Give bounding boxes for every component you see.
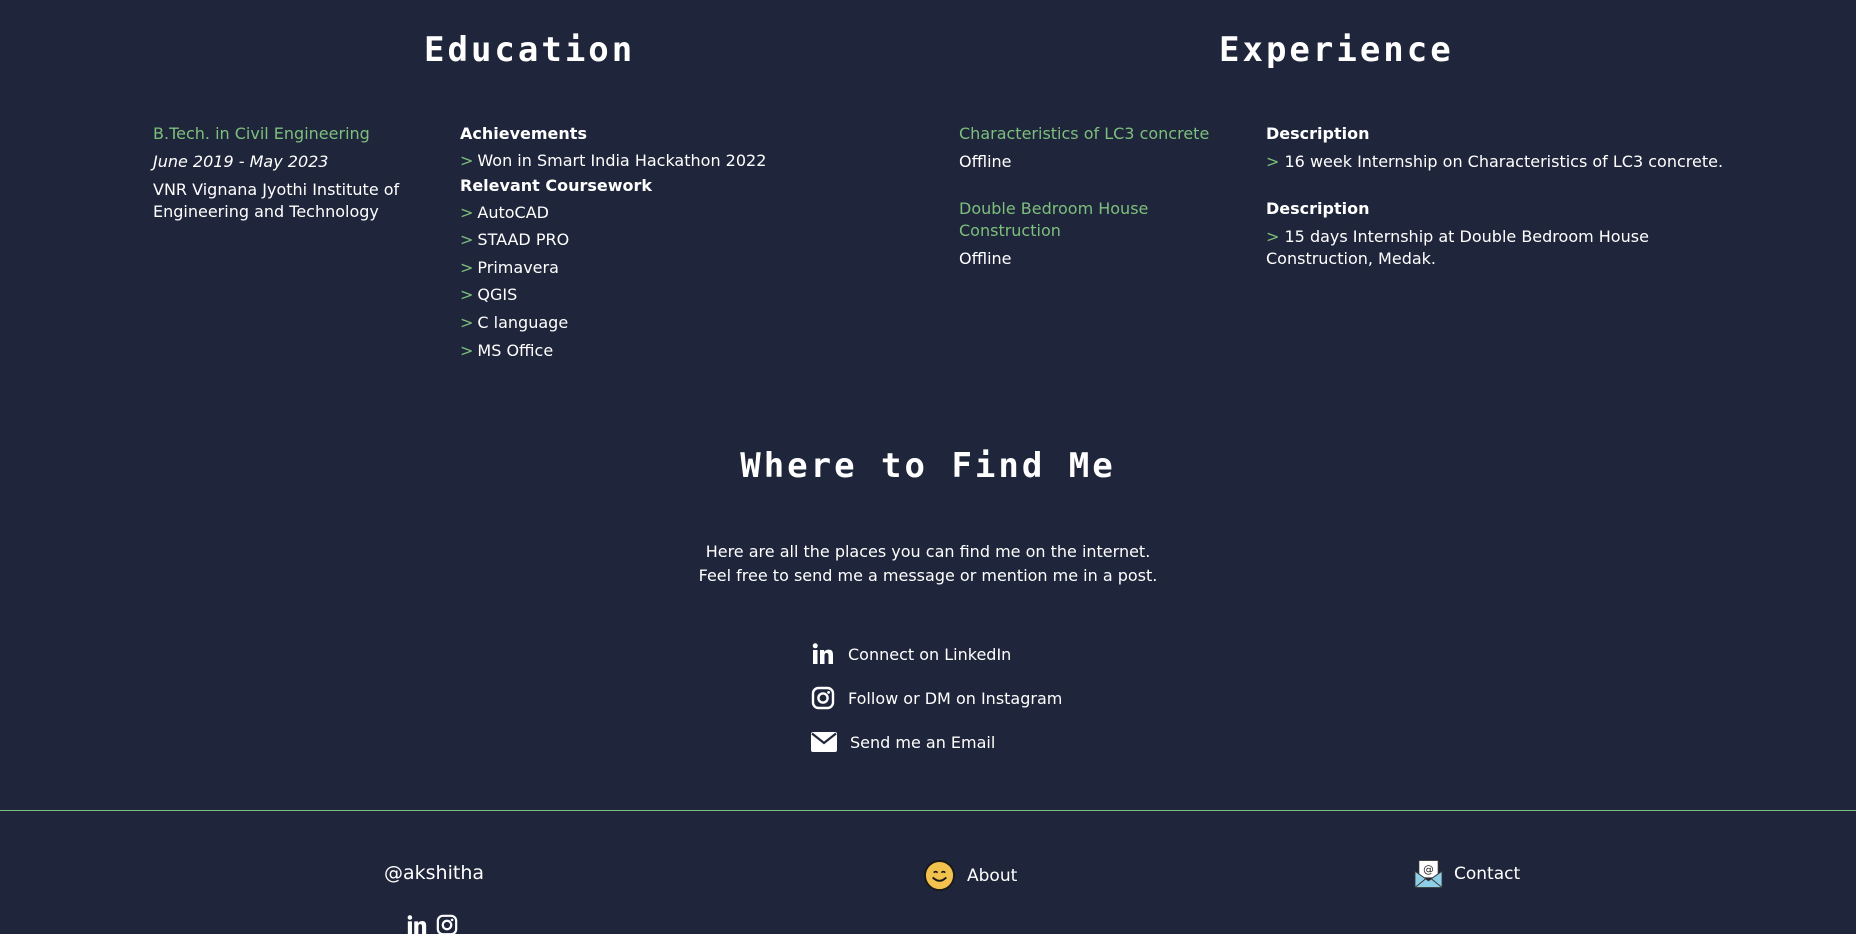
- page: Education B.Tech. in Civil Engineering J…: [0, 0, 1856, 934]
- institute-line-1: VNR Vignana Jyothi Institute of: [153, 180, 400, 199]
- instagram-icon[interactable]: [436, 914, 458, 934]
- smiley-icon: [924, 860, 955, 891]
- description-text: > 16 week Internship on Characteristics …: [1266, 152, 1724, 171]
- find-me-title: Where to Find Me: [740, 446, 1116, 486]
- description-heading: Description: [1266, 199, 1370, 218]
- achievements-heading: Achievements: [460, 124, 587, 143]
- coursework-item: > QGIS: [460, 285, 518, 305]
- description-text-line-1: > 15 days Internship at Double Bedroom H…: [1266, 227, 1649, 246]
- contact-label: Contact: [1454, 864, 1521, 884]
- coursework-heading: Relevant Coursework: [460, 175, 653, 195]
- footer-contact-link[interactable]: @ Contact: [1413, 858, 1520, 890]
- education-degree-column: B.Tech. in Civil Engineering June 2019 -…: [153, 123, 413, 223]
- find-me-line-1: Here are all the places you can find me …: [705, 542, 1151, 561]
- experience-item-title-line-1: Double Bedroom House: [959, 199, 1149, 218]
- achievement-item: > Won in Smart India Hackathon 2022: [460, 151, 767, 170]
- mail-icon: [810, 729, 838, 755]
- education-details-column: Achievements > Won in Smart India Hackath…: [460, 123, 790, 364]
- coursework-item: > AutoCAD: [460, 202, 549, 222]
- experience-item-mode: Offline: [959, 249, 1012, 268]
- experience-item-title-line-2: Construction: [959, 221, 1061, 240]
- footer-social-icons: [406, 914, 458, 934]
- find-me-line-2: Feel free to send me a message or mentio…: [698, 566, 1158, 585]
- instagram-icon: [810, 685, 836, 711]
- instagram-label: Follow or DM on Instagram: [848, 688, 1063, 708]
- experience-item-2-desc: Description > 15 days Internship at Doub…: [1266, 198, 1706, 270]
- experience-title: Experience: [1219, 30, 1454, 70]
- linkedin-icon[interactable]: [406, 914, 428, 934]
- experience-item-title: Characteristics of LC3 concrete: [959, 124, 1210, 143]
- coursework-item: > MS Office: [460, 340, 554, 360]
- footer-divider: [0, 810, 1856, 811]
- coursework-item: > C language: [460, 312, 569, 332]
- svg-text:@: @: [1423, 863, 1434, 876]
- education-title: Education: [424, 30, 636, 70]
- description-text-line-2: Construction, Medak.: [1266, 249, 1437, 268]
- footer-about-link[interactable]: About: [924, 860, 1017, 891]
- experience-item-mode: Offline: [959, 152, 1012, 171]
- description-heading: Description: [1266, 124, 1370, 143]
- linkedin-label: Connect on LinkedIn: [848, 644, 1012, 664]
- linkedin-link[interactable]: Connect on LinkedIn: [810, 639, 1011, 669]
- mail-letter-icon: @: [1413, 858, 1444, 890]
- about-label: About: [967, 865, 1018, 886]
- coursework-item: > STAAD PRO: [460, 230, 570, 250]
- degree-dates: June 2019 - May 2023: [153, 152, 329, 171]
- footer-handle: @akshitha: [384, 862, 485, 884]
- experience-item-1-desc: Description > 16 week Internship on Char…: [1266, 123, 1724, 173]
- institute-line-2: Engineering and Technology: [153, 202, 379, 221]
- email-label: Send me an Email: [850, 732, 996, 752]
- instagram-link[interactable]: Follow or DM on Instagram: [810, 683, 1062, 713]
- degree-title: B.Tech. in Civil Engineering: [153, 124, 370, 143]
- experience-item-2-meta: Double Bedroom House Construction Offlin…: [959, 198, 1219, 270]
- linkedin-icon: [810, 641, 836, 667]
- email-link[interactable]: Send me an Email: [810, 727, 995, 757]
- experience-item-1-meta: Characteristics of LC3 concrete Offline: [959, 123, 1219, 173]
- coursework-item: > Primavera: [460, 257, 559, 277]
